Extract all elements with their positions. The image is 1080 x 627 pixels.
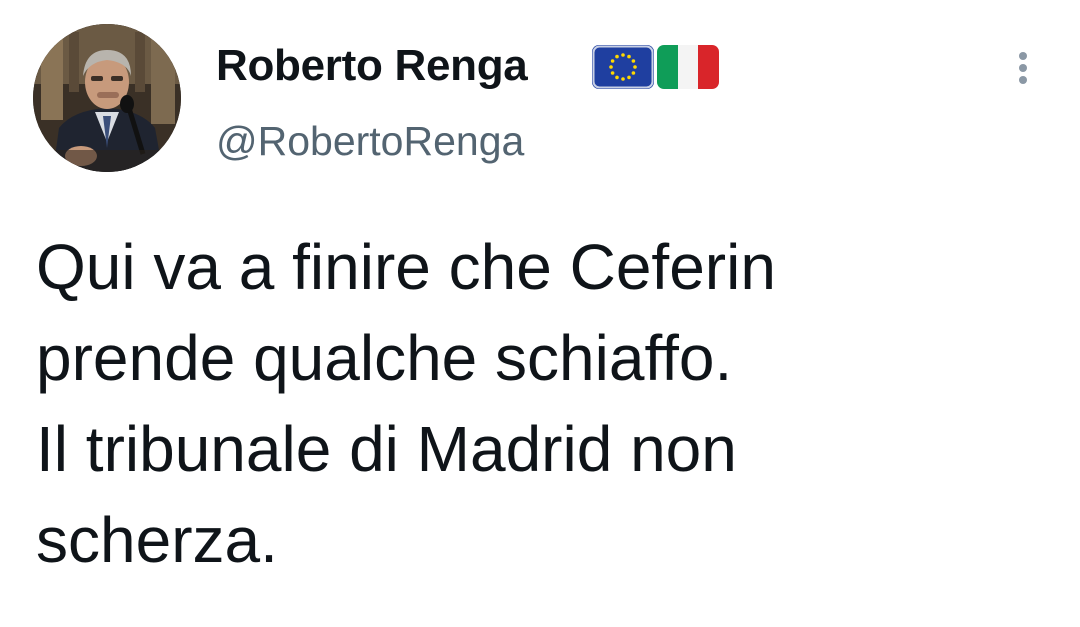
avatar-photo bbox=[33, 24, 181, 172]
tweet-text: Qui va a finire che Ceferin prende qualc… bbox=[36, 222, 1046, 586]
eu-flag-icon bbox=[592, 45, 654, 89]
tweet-text-line: Il tribunale di Madrid non bbox=[36, 413, 737, 485]
avatar[interactable] bbox=[33, 24, 181, 172]
tweet-text-line: scherza. bbox=[36, 504, 278, 576]
author-display-name[interactable]: Roberto Renga bbox=[216, 38, 528, 94]
tweet-text-line: Qui va a finire che Ceferin bbox=[36, 231, 776, 303]
menu-dot bbox=[1019, 76, 1027, 84]
menu-dot bbox=[1019, 52, 1027, 60]
author-handle[interactable]: @RobertoRenga bbox=[216, 114, 524, 168]
tweet-text-line: prende qualche schiaffo. bbox=[36, 322, 733, 394]
italy-flag-icon bbox=[657, 45, 719, 89]
menu-dot bbox=[1019, 64, 1027, 72]
tweet-card: Roberto Renga @RobertoRenga Qui va a fin… bbox=[0, 0, 1080, 627]
more-vertical-icon[interactable] bbox=[1010, 48, 1036, 88]
